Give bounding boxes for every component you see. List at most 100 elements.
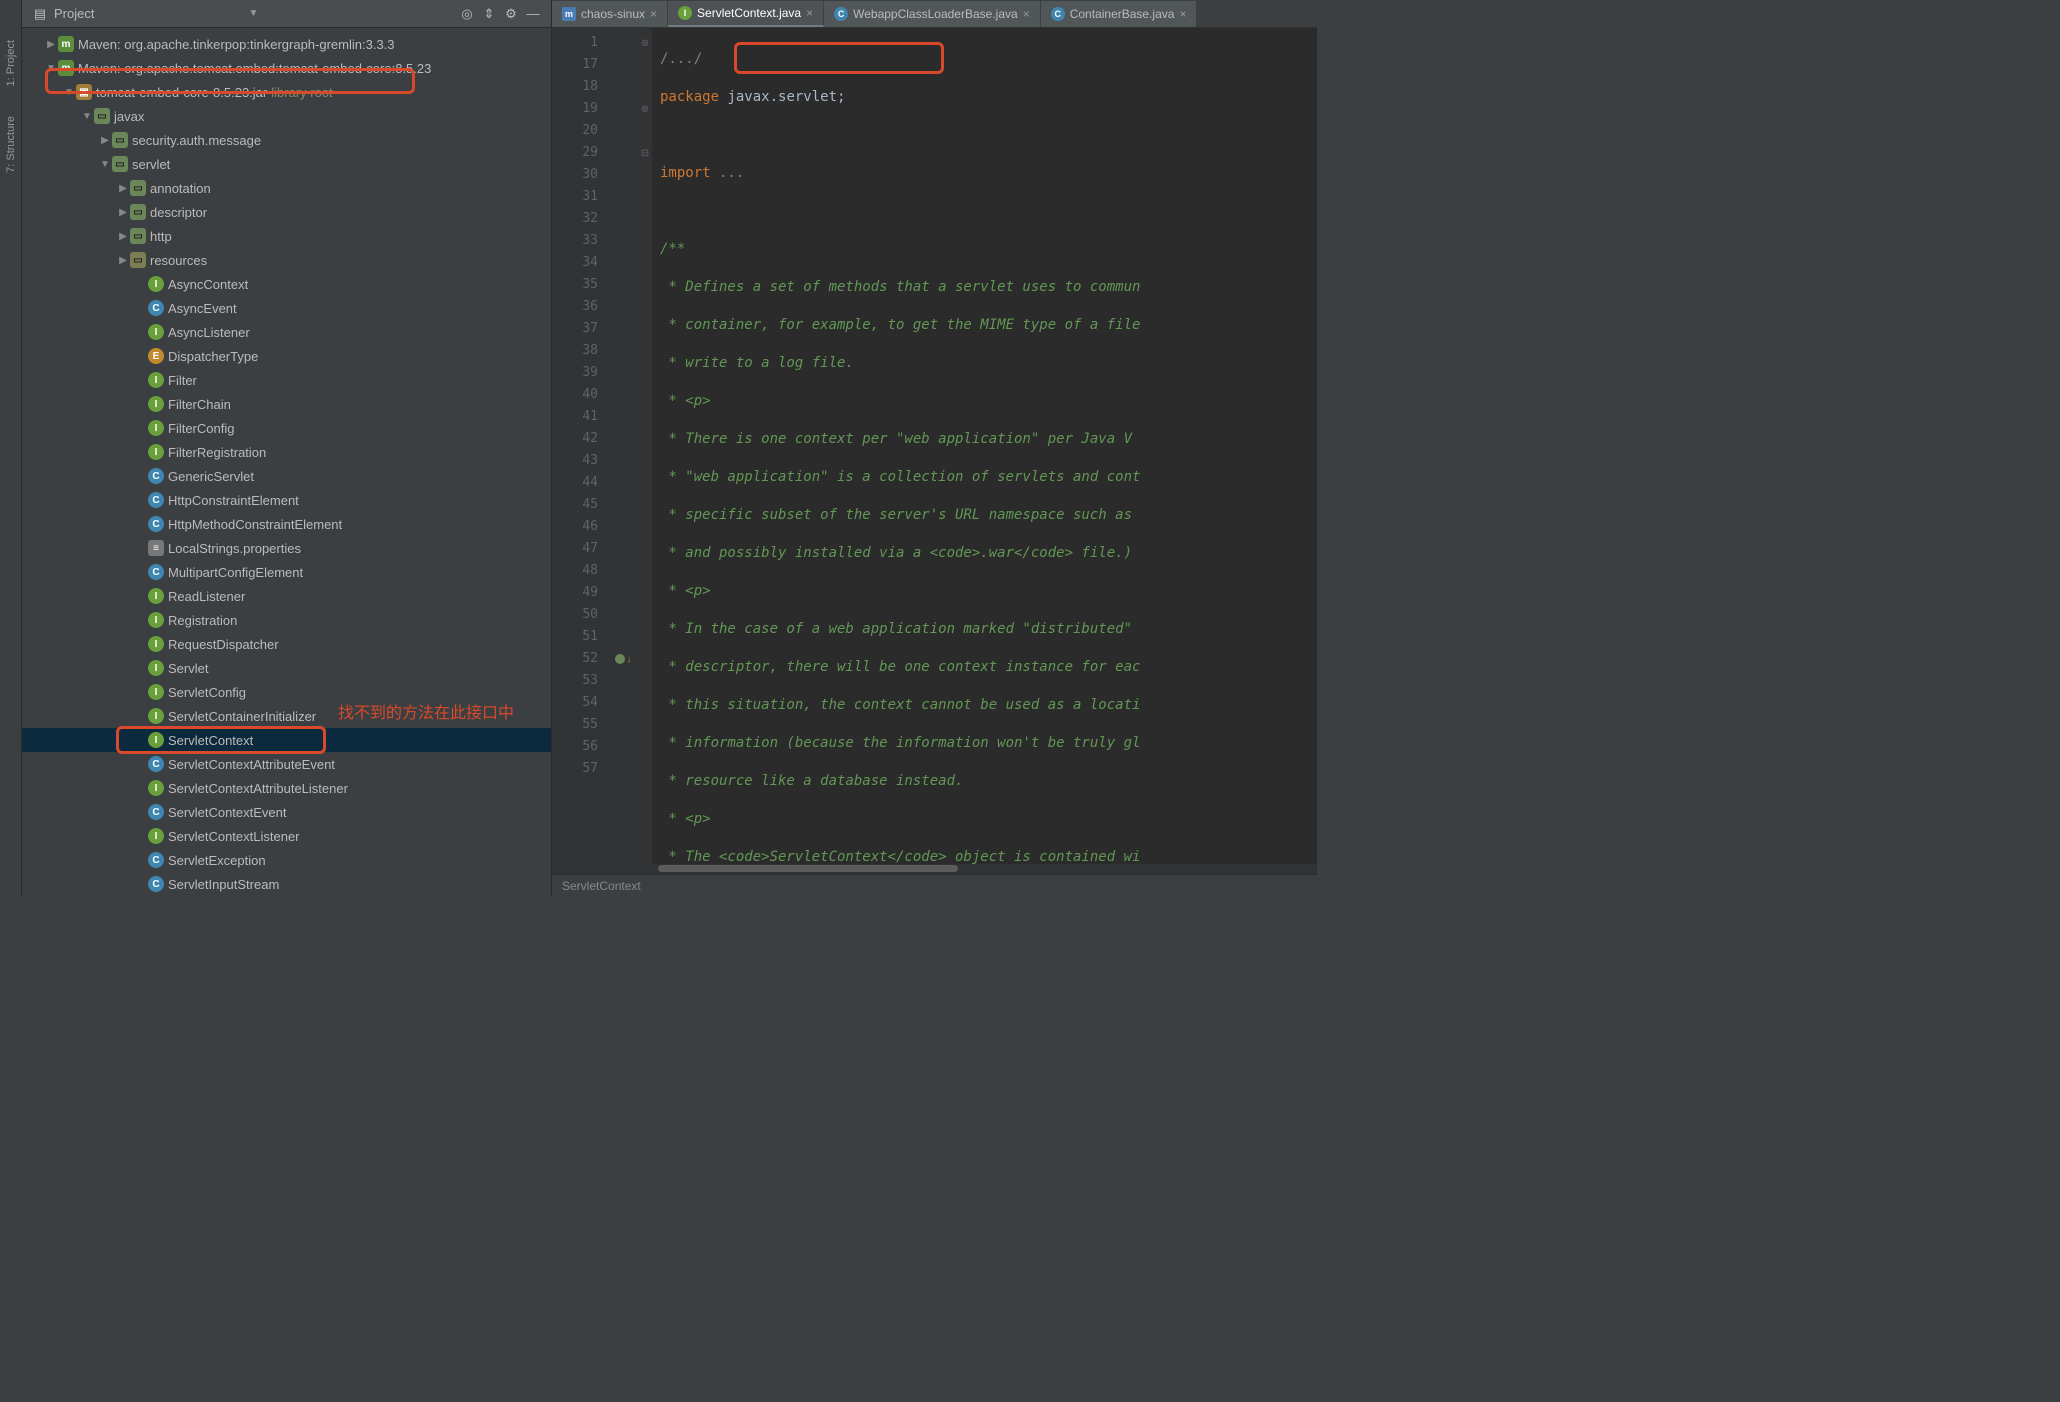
line-number: 18: [552, 76, 598, 98]
interface-icon: I: [148, 444, 164, 460]
gear-icon[interactable]: ⚙: [503, 6, 519, 22]
line-number: 55: [552, 714, 598, 736]
implements-icon[interactable]: [615, 654, 625, 664]
code-editor[interactable]: /.../ package javax.servlet; import ... …: [652, 28, 1317, 874]
tab-servletcontext[interactable]: IServletContext.java×: [668, 1, 824, 27]
class-icon: C: [148, 876, 164, 892]
collapse-icon[interactable]: ⇕: [481, 6, 497, 22]
tab-webapp[interactable]: CWebappClassLoaderBase.java×: [824, 1, 1041, 27]
tree-item[interactable]: IAsyncListener: [22, 320, 551, 344]
package-icon: ▭: [130, 228, 146, 244]
tree-item[interactable]: CServletInputStream: [22, 872, 551, 896]
interface-icon: I: [148, 420, 164, 436]
dropdown-icon[interactable]: ▼: [249, 8, 259, 19]
fold-icon[interactable]: ⊕: [638, 98, 652, 120]
tree-descriptor[interactable]: ▭descriptor: [22, 200, 551, 224]
tree-item[interactable]: IRegistration: [22, 608, 551, 632]
class-icon: C: [1051, 7, 1065, 21]
interface-icon: I: [148, 396, 164, 412]
interface-icon: I: [148, 708, 164, 724]
tree-item[interactable]: IServletConfig: [22, 680, 551, 704]
tree-item[interactable]: CAsyncEvent: [22, 296, 551, 320]
project-tree[interactable]: mMaven: org.apache.tinkerpop:tinkergraph…: [22, 28, 551, 896]
tree-item[interactable]: CServletException: [22, 848, 551, 872]
tree-maven-1[interactable]: mMaven: org.apache.tinkerpop:tinkergraph…: [22, 32, 551, 56]
interface-icon: I: [148, 612, 164, 628]
target-icon[interactable]: ◎: [459, 6, 475, 22]
rail-structure[interactable]: 7: Structure: [5, 116, 17, 173]
tree-jar[interactable]: ▣tomcat-embed-core-8.5.23.jarlibrary roo…: [22, 80, 551, 104]
class-icon: C: [148, 516, 164, 532]
tree-item[interactable]: CGenericServlet: [22, 464, 551, 488]
tree-item[interactable]: IServletContextAttributeListener: [22, 776, 551, 800]
tree-item-servletcontext[interactable]: IServletContext: [22, 728, 551, 752]
tree-maven-2[interactable]: mMaven: org.apache.tomcat.embed:tomcat-e…: [22, 56, 551, 80]
tab-chaos[interactable]: mchaos-sinux×: [552, 1, 668, 27]
class-icon: C: [834, 7, 848, 21]
breadcrumb[interactable]: ServletContext: [562, 879, 641, 893]
tab-container[interactable]: CContainerBase.java×: [1041, 1, 1198, 27]
hide-icon[interactable]: —: [525, 6, 541, 22]
tree-item[interactable]: IReadListener: [22, 584, 551, 608]
tree-servlet[interactable]: ▭servlet: [22, 152, 551, 176]
line-number: 57: [552, 758, 598, 780]
tree-item[interactable]: IRequestDispatcher: [22, 632, 551, 656]
fold-icon[interactable]: ⊟: [638, 142, 652, 164]
horizontal-scrollbar[interactable]: [652, 864, 1317, 874]
tree-resources[interactable]: ▭resources: [22, 248, 551, 272]
tree-item[interactable]: CServletContextEvent: [22, 800, 551, 824]
tree-item[interactable]: IAsyncContext: [22, 272, 551, 296]
editor-body: 1171819202930313233343536373839404142434…: [552, 28, 1317, 874]
fold-column: ⊕ ⊕ ⊟: [638, 28, 652, 874]
close-icon[interactable]: ×: [650, 7, 657, 21]
override-icon[interactable]: ↓: [627, 654, 632, 665]
close-icon[interactable]: ×: [806, 6, 813, 20]
line-number: 51: [552, 626, 598, 648]
properties-icon: ≡: [148, 540, 164, 556]
class-icon: C: [148, 852, 164, 868]
project-title: Project: [54, 6, 243, 21]
close-icon[interactable]: ×: [1023, 7, 1030, 21]
fold-icon[interactable]: ⊕: [638, 32, 652, 54]
tree-item[interactable]: IServletContainerInitializer: [22, 704, 551, 728]
status-bar: ServletContext: [552, 874, 1317, 896]
folder-icon: ▭: [130, 252, 146, 268]
tree-item[interactable]: IServletContextListener: [22, 824, 551, 848]
line-number: 50: [552, 604, 598, 626]
tree-item[interactable]: IFilterRegistration: [22, 440, 551, 464]
interface-icon: I: [148, 636, 164, 652]
line-number: 56: [552, 736, 598, 758]
tree-item[interactable]: EDispatcherType: [22, 344, 551, 368]
tree-item[interactable]: CMultipartConfigElement: [22, 560, 551, 584]
tree-item[interactable]: IServlet: [22, 656, 551, 680]
tree-annotation[interactable]: ▭annotation: [22, 176, 551, 200]
interface-icon: I: [148, 780, 164, 796]
close-icon[interactable]: ×: [1179, 7, 1186, 21]
tree-item[interactable]: IFilterConfig: [22, 416, 551, 440]
interface-icon: I: [148, 588, 164, 604]
project-panel: ▤ Project ▼ ◎ ⇕ ⚙ — mMaven: org.apache.t…: [22, 0, 552, 896]
tree-item[interactable]: CHttpConstraintElement: [22, 488, 551, 512]
interface-icon: I: [678, 6, 692, 20]
interface-icon: I: [148, 276, 164, 292]
tree-javax[interactable]: ▭javax: [22, 104, 551, 128]
rail-project[interactable]: 1: Project: [5, 40, 17, 86]
line-number: 54: [552, 692, 598, 714]
line-number: 46: [552, 516, 598, 538]
line-number: 53: [552, 670, 598, 692]
tree-item[interactable]: ≡LocalStrings.properties: [22, 536, 551, 560]
gutter-line-numbers: 1171819202930313233343536373839404142434…: [552, 28, 608, 874]
class-icon: C: [148, 564, 164, 580]
line-number: 17: [552, 54, 598, 76]
tree-item[interactable]: CHttpMethodConstraintElement: [22, 512, 551, 536]
tree-item[interactable]: IFilter: [22, 368, 551, 392]
project-panel-header: ▤ Project ▼ ◎ ⇕ ⚙ —: [22, 0, 551, 28]
tree-http[interactable]: ▭http: [22, 224, 551, 248]
interface-icon: I: [148, 684, 164, 700]
scrollbar-thumb[interactable]: [658, 865, 958, 872]
tree-item[interactable]: CServletContextAttributeEvent: [22, 752, 551, 776]
tree-item[interactable]: IFilterChain: [22, 392, 551, 416]
class-icon: C: [148, 756, 164, 772]
line-number: 39: [552, 362, 598, 384]
tree-security[interactable]: ▭security.auth.message: [22, 128, 551, 152]
